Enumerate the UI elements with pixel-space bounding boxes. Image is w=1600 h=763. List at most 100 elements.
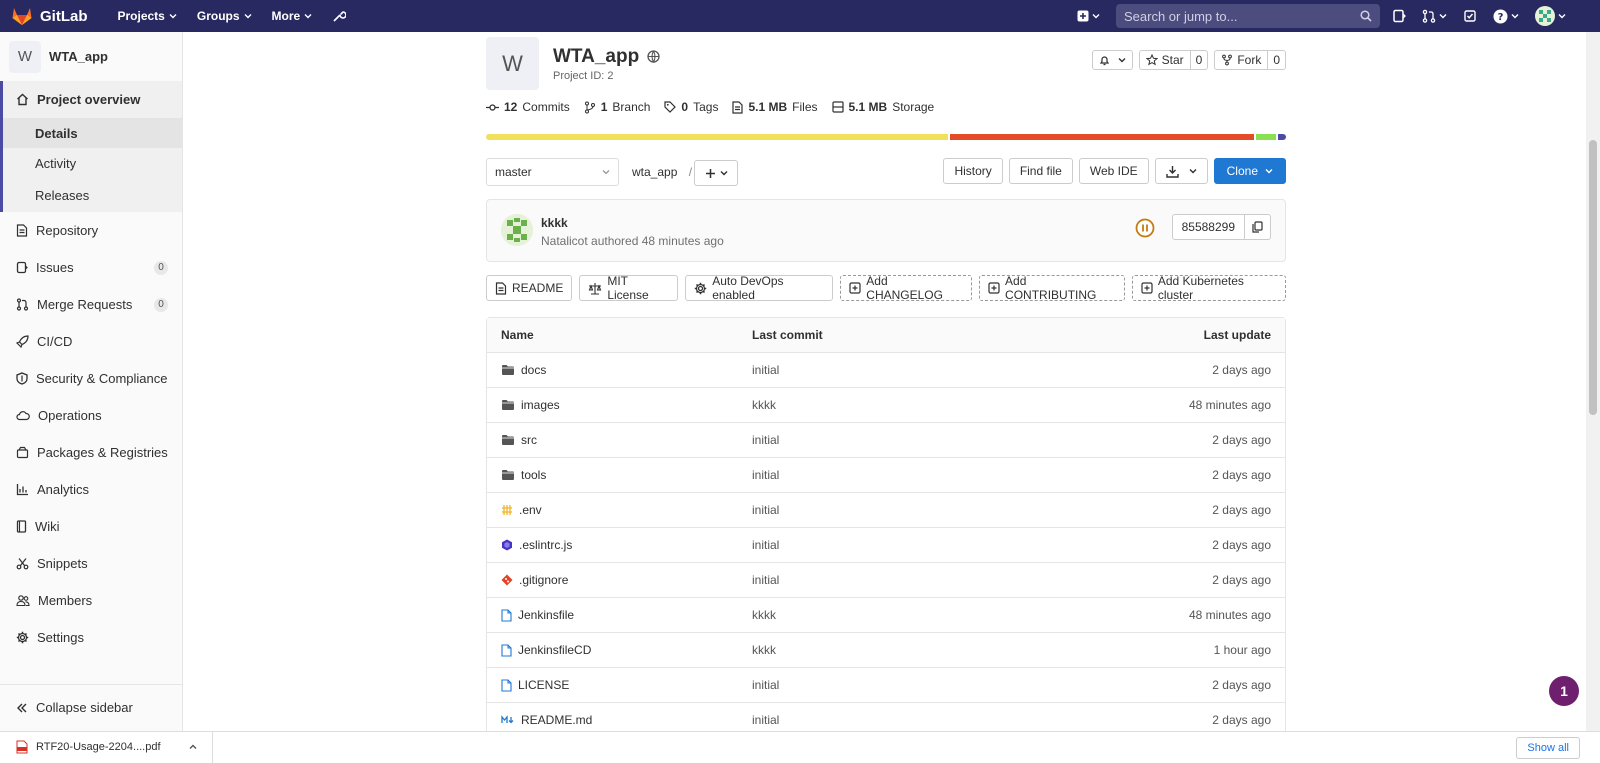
table-row[interactable]: LICENSE initial 2 days ago — [487, 668, 1285, 703]
issues-shortcut-button[interactable] — [1392, 9, 1406, 23]
last-commit-cell[interactable]: kkkk — [752, 643, 1017, 657]
file-name-cell[interactable]: .gitignore — [487, 573, 752, 587]
clone-dropdown-button[interactable]: Clone — [1213, 158, 1286, 184]
readme-button[interactable]: README — [486, 275, 573, 301]
file-name[interactable]: LICENSE — [518, 678, 569, 692]
stat-storage[interactable]: 5.1 MB Storage — [831, 100, 934, 114]
sidebar-item-snippets[interactable]: Snippets — [0, 545, 182, 582]
add-changelog-button[interactable]: Add CHANGELOG — [840, 274, 973, 302]
add-contributing-button[interactable]: Add CONTRIBUTING — [979, 274, 1125, 302]
last-commit-cell[interactable]: initial — [752, 468, 1017, 482]
copy-sha-button[interactable] — [1244, 215, 1270, 239]
fork-count[interactable]: 0 — [1267, 51, 1285, 69]
auto-devops-enabled-button[interactable]: Auto DevOps enabled — [685, 274, 834, 302]
file-name-cell[interactable]: tools — [487, 468, 752, 482]
file-name-cell[interactable]: README.md — [487, 713, 752, 727]
stat-commits[interactable]: 12 Commits — [486, 100, 570, 114]
sidebar-item-wiki[interactable]: Wiki — [0, 508, 182, 545]
download-dropdown-button[interactable] — [1154, 158, 1208, 184]
file-name[interactable]: images — [521, 398, 560, 412]
web-ide-button[interactable]: Web IDE — [1078, 158, 1149, 184]
sidebar-item-analytics[interactable]: Analytics — [0, 471, 182, 508]
sidebar-project-header[interactable]: W WTA_app — [0, 32, 182, 81]
add-kubernetes-cluster-button[interactable]: Add Kubernetes cluster — [1131, 274, 1287, 302]
file-name-cell[interactable]: docs — [487, 363, 752, 377]
chevron-up-icon[interactable] — [188, 742, 198, 752]
sidebar-item-security-and-compliance[interactable]: Security & Compliance — [0, 360, 182, 397]
file-name-cell[interactable]: JenkinsfileCD — [487, 643, 752, 657]
last-commit-cell[interactable]: initial — [752, 363, 1017, 377]
sidebar-item-project-overview[interactable]: Project overview — [3, 81, 182, 118]
last-commit-cell[interactable]: kkkk — [752, 398, 1017, 412]
language-segment[interactable] — [950, 134, 1255, 140]
repository-languages-bar[interactable] — [486, 134, 1286, 140]
nav-projects[interactable]: Projects — [118, 9, 177, 23]
sidebar-item-releases[interactable]: Releases — [3, 178, 182, 212]
new-dropdown-button[interactable] — [1077, 10, 1100, 22]
language-segment[interactable] — [1256, 134, 1277, 140]
file-name[interactable]: JenkinsfileCD — [518, 643, 591, 657]
table-row[interactable]: JenkinsfileCD kkkk 1 hour ago — [487, 633, 1285, 668]
nav-more[interactable]: More — [272, 9, 313, 23]
table-row[interactable]: docs initial 2 days ago — [487, 353, 1285, 388]
table-row[interactable]: .gitignore initial 2 days ago — [487, 563, 1285, 598]
commit-sha[interactable]: 85588299 — [1173, 215, 1244, 239]
table-row[interactable]: tools initial 2 days ago — [487, 458, 1285, 493]
help-notification-badge[interactable]: 1 — [1549, 676, 1579, 706]
help-dropdown-button[interactable]: ? — [1493, 9, 1519, 24]
table-row[interactable]: images kkkk 48 minutes ago — [487, 388, 1285, 423]
table-row[interactable]: .eslintrc.js initial 2 days ago — [487, 528, 1285, 563]
todos-button[interactable] — [1463, 9, 1477, 23]
stat-tags[interactable]: 0 Tags — [664, 100, 718, 114]
notification-button[interactable] — [1091, 50, 1133, 70]
file-name-cell[interactable]: .env — [487, 503, 752, 517]
sidebar-item-members[interactable]: Members — [0, 582, 182, 619]
file-name-cell[interactable]: images — [487, 398, 752, 412]
table-row[interactable]: .env initial 2 days ago — [487, 493, 1285, 528]
user-menu-button[interactable] — [1535, 6, 1566, 26]
last-commit-cell[interactable]: initial — [752, 433, 1017, 447]
sidebar-item-details[interactable]: Details — [3, 118, 182, 148]
search-input[interactable]: Search or jump to... — [1116, 4, 1380, 28]
download-item[interactable]: RTF20-Usage-2204....pdf — [16, 740, 198, 754]
file-name[interactable]: .eslintrc.js — [519, 538, 572, 552]
last-commit-cell[interactable]: initial — [752, 503, 1017, 517]
sidebar-item-activity[interactable]: Activity — [3, 148, 182, 178]
nav-groups[interactable]: Groups — [197, 9, 252, 23]
last-commit-cell[interactable]: initial — [752, 713, 1017, 727]
file-name-cell[interactable]: Jenkinsfile — [487, 608, 752, 622]
find-file-button[interactable]: Find file — [1008, 158, 1073, 184]
star-button[interactable]: Star 0 — [1138, 50, 1209, 70]
last-commit-cell[interactable]: initial — [752, 573, 1017, 587]
sidebar-item-merge-requests[interactable]: Merge Requests 0 — [0, 286, 182, 323]
sidebar-item-operations[interactable]: Operations — [0, 397, 182, 434]
stat-branches[interactable]: 1 Branch — [584, 100, 650, 114]
gitlab-logo-link[interactable]: GitLab — [12, 7, 88, 26]
fork-button[interactable]: Fork 0 — [1214, 50, 1286, 70]
add-to-tree-button[interactable] — [694, 160, 738, 186]
last-commit-cell[interactable]: initial — [752, 538, 1017, 552]
language-segment[interactable] — [486, 134, 949, 140]
file-name[interactable]: .env — [519, 503, 542, 517]
pipeline-status-icon[interactable] — [1135, 218, 1155, 238]
commit-message[interactable]: kkkk — [541, 216, 568, 230]
file-name[interactable]: docs — [521, 363, 546, 377]
stat-files[interactable]: 5.1 MB Files — [732, 100, 818, 114]
page-scrollbar[interactable] — [1586, 32, 1600, 731]
sidebar-item-repository[interactable]: Repository — [0, 212, 182, 249]
file-name-cell[interactable]: .eslintrc.js — [487, 538, 752, 552]
table-row[interactable]: src initial 2 days ago — [487, 423, 1285, 458]
history-button[interactable]: History — [943, 158, 1003, 184]
collapse-sidebar-button[interactable]: Collapse sidebar — [0, 684, 183, 730]
sidebar-item-ci-cd[interactable]: CI/CD — [0, 323, 182, 360]
show-all-downloads-button[interactable]: Show all — [1516, 737, 1580, 759]
last-commit-cell[interactable]: kkkk — [752, 608, 1017, 622]
scrollbar-thumb[interactable] — [1589, 140, 1597, 415]
star-count[interactable]: 0 — [1189, 51, 1208, 69]
sidebar-item-issues[interactable]: Issues 0 — [0, 249, 182, 286]
branch-selector[interactable]: master — [486, 158, 619, 186]
file-name[interactable]: src — [521, 433, 537, 447]
language-segment[interactable] — [1278, 134, 1286, 140]
file-name[interactable]: README.md — [521, 713, 592, 727]
file-name-cell[interactable]: LICENSE — [487, 678, 752, 692]
